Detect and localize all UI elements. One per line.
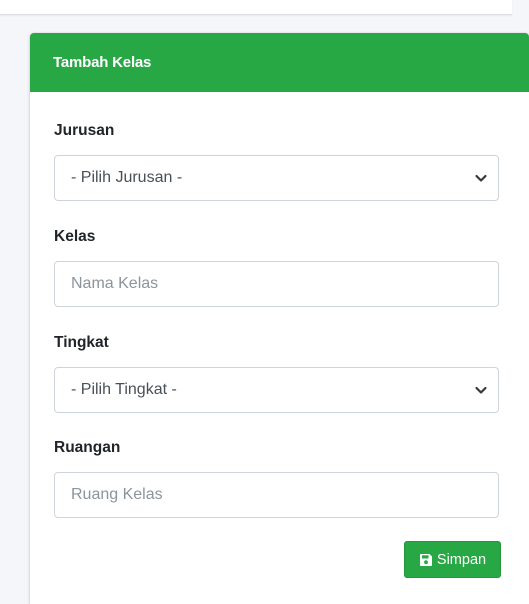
card-title: Tambah Kelas [53, 54, 152, 71]
chevron-down-icon [475, 174, 487, 182]
ruangan-input[interactable]: Ruang Kelas [54, 472, 499, 518]
top-navbar-edge [0, 0, 512, 15]
card-header: Tambah Kelas [30, 33, 529, 92]
add-class-card: Tambah Kelas Jurusan - Pilih Jurusan - K… [30, 33, 529, 604]
kelas-label: Kelas [54, 228, 96, 245]
jurusan-select[interactable]: - Pilih Jurusan - [54, 155, 499, 201]
tingkat-select[interactable]: - Pilih Tingkat - [54, 367, 499, 413]
save-icon [419, 553, 432, 566]
jurusan-label: Jurusan [54, 122, 115, 139]
tingkat-label: Tingkat [54, 334, 109, 351]
jurusan-selected-value: - Pilih Jurusan - [71, 169, 183, 186]
save-button-label: Simpan [436, 551, 487, 568]
ruangan-placeholder: Ruang Kelas [71, 486, 163, 503]
ruangan-label: Ruangan [54, 439, 121, 456]
save-button[interactable]: Simpan [404, 541, 501, 578]
tingkat-selected-value: - Pilih Tingkat - [71, 381, 177, 398]
kelas-input[interactable]: Nama Kelas [54, 261, 499, 307]
chevron-down-icon [475, 386, 487, 394]
kelas-placeholder: Nama Kelas [71, 275, 159, 292]
